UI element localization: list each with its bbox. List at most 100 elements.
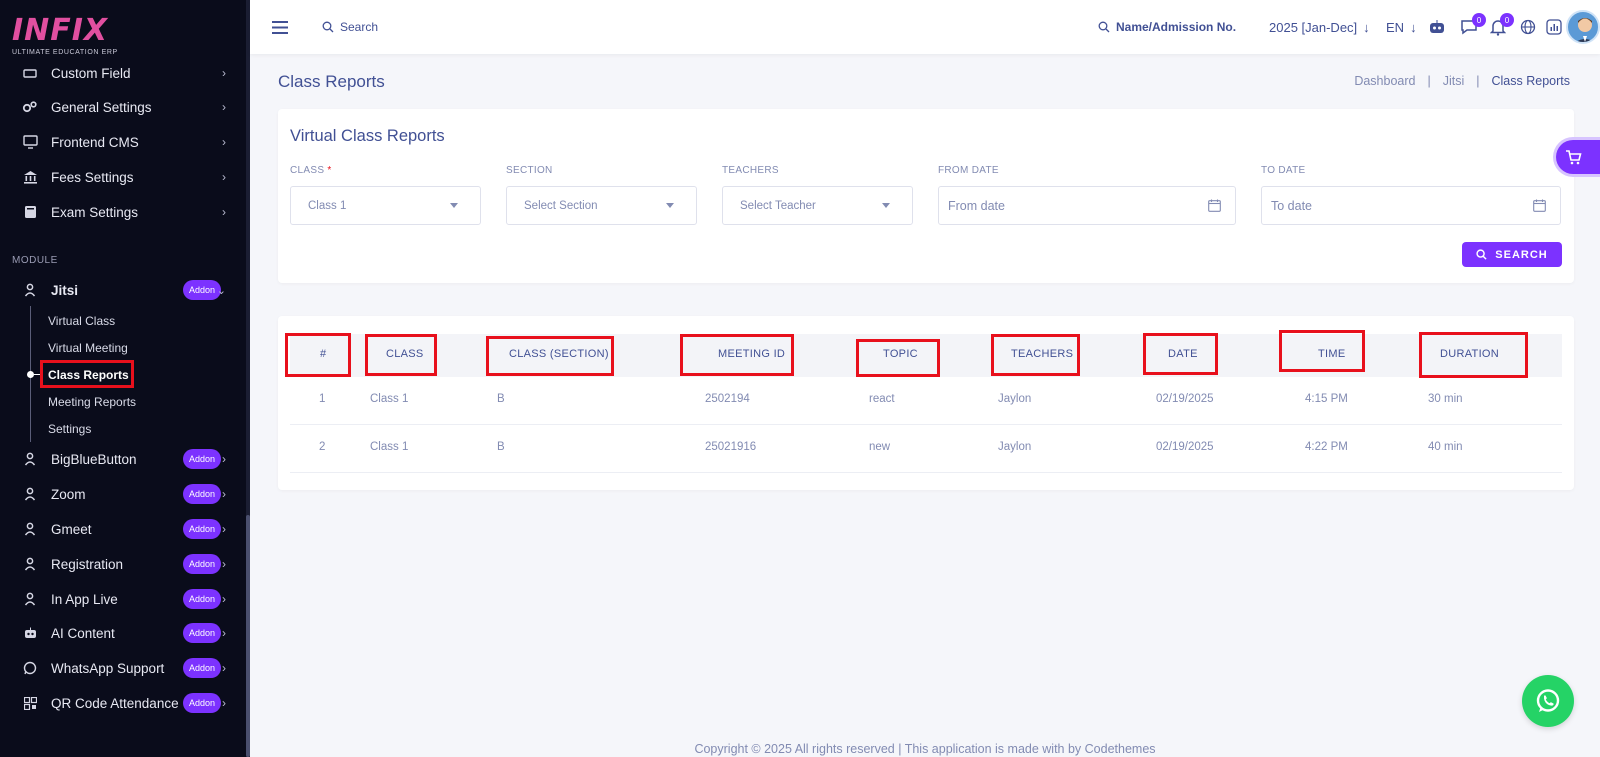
whatsapp-chat-button[interactable] xyxy=(1522,675,1574,727)
sidebar-item-zoom[interactable]: Zoom Addon › xyxy=(0,477,246,511)
calendar-icon xyxy=(1208,199,1221,212)
calendar-icon xyxy=(1533,199,1546,212)
class-select[interactable]: Class 1 xyxy=(290,186,481,225)
sidebar-item-fees-settings[interactable]: Fees Settings › xyxy=(0,160,246,194)
chevron-right-icon: › xyxy=(222,100,226,114)
sidebar-item-label: Exam Settings xyxy=(51,204,139,220)
arrow-down-icon: ↓ xyxy=(1410,19,1417,35)
sidebar-item-label: Custom Field xyxy=(51,65,131,81)
sidebar-item-general-settings[interactable]: General Settings › xyxy=(0,90,246,124)
breadcrumb-dashboard[interactable]: Dashboard xyxy=(1354,74,1415,88)
logo-tagline: ULTIMATE EDUCATION ERP xyxy=(12,49,118,56)
sidebar-subitem-virtual-class[interactable]: Virtual Class xyxy=(48,314,115,328)
robot-icon xyxy=(22,625,38,641)
sidebar-item-ai-content[interactable]: AI Content Addon › xyxy=(0,616,246,650)
search-button-label: SEARCH xyxy=(1495,248,1548,261)
cell-time: 4:22 PM xyxy=(1305,441,1348,453)
avatar-person-icon xyxy=(1576,18,1594,42)
highlight-box xyxy=(856,339,940,377)
sidebar-item-exam-settings[interactable]: Exam Settings › xyxy=(0,195,246,229)
sidebar-item-bigbluebutton[interactable]: BigBlueButton Addon › xyxy=(0,442,246,476)
sidebar-item-qr-code-attendance[interactable]: QR Code Attendance Addon › xyxy=(0,686,246,720)
cell-date: 02/19/2025 xyxy=(1156,441,1214,453)
to-date-label: TO DATE xyxy=(1261,165,1306,176)
top-header: Search Name/Admission No. 2025 [Jan-Dec]… xyxy=(250,0,1600,54)
to-date-input[interactable]: To date xyxy=(1261,186,1561,225)
student-search-label: Name/Admission No. xyxy=(1116,20,1237,34)
chevron-right-icon: › xyxy=(222,557,226,571)
cell-duration: 40 min xyxy=(1428,441,1463,453)
reports-button[interactable] xyxy=(1546,0,1562,54)
highlight-box xyxy=(285,333,351,377)
language-value: EN xyxy=(1386,19,1405,35)
breadcrumb-separator: | xyxy=(1476,74,1480,88)
sidebar-subitem-meeting-reports[interactable]: Meeting Reports xyxy=(48,395,136,409)
user-video-icon xyxy=(22,282,38,298)
sidebar-item-jitsi[interactable]: Jitsi Addon ⌄ xyxy=(0,273,246,307)
notifications-button[interactable]: 0 xyxy=(1490,0,1514,54)
student-search[interactable]: Name/Admission No. xyxy=(1098,0,1236,54)
user-video-icon xyxy=(22,591,38,607)
highlight-box xyxy=(1143,333,1218,375)
caret-down-icon xyxy=(882,203,890,208)
teachers-label: TEACHERS xyxy=(722,165,779,176)
sidebar-item-label: Zoom xyxy=(51,486,86,502)
addon-badge: Addon xyxy=(183,658,221,678)
hamburger-icon xyxy=(272,20,288,34)
cell-topic: new xyxy=(869,441,891,453)
chevron-right-icon: › xyxy=(222,170,226,184)
breadcrumb-jitsi[interactable]: Jitsi xyxy=(1443,74,1465,88)
from-date-input[interactable]: From date xyxy=(938,186,1236,225)
global-search[interactable]: Search xyxy=(322,0,378,54)
sidebar-subitem-virtual-meeting[interactable]: Virtual Meeting xyxy=(48,341,128,355)
gears-icon xyxy=(22,99,38,115)
sidebar-item-label: In App Live xyxy=(51,591,118,607)
cell-meeting-id: 2502194 xyxy=(705,393,750,405)
globe-icon xyxy=(1520,19,1536,35)
cell-meeting-id: 25021916 xyxy=(705,441,757,453)
floating-cart-button[interactable] xyxy=(1556,140,1600,174)
chevron-down-icon: ⌄ xyxy=(216,284,226,297)
ai-assistant-button[interactable] xyxy=(1428,0,1446,54)
sidebar-item-in-app-live[interactable]: In App Live Addon › xyxy=(0,582,246,616)
addon-badge: Addon xyxy=(183,554,221,574)
sidebar-subitem-settings[interactable]: Settings xyxy=(48,422,91,436)
session-selector[interactable]: 2025 [Jan-Dec] ↓ xyxy=(1269,0,1370,54)
sidebar-item-label: QR Code Attendance xyxy=(51,695,179,711)
sidebar-item-label: General Settings xyxy=(51,99,152,115)
search-icon xyxy=(322,21,334,33)
cart-icon xyxy=(1566,150,1582,165)
sidebar-item-gmeet[interactable]: Gmeet Addon › xyxy=(0,512,246,546)
addon-badge: Addon xyxy=(183,623,221,643)
language-selector[interactable]: EN ↓ xyxy=(1386,0,1417,54)
teacher-select[interactable]: Select Teacher xyxy=(722,186,913,225)
sidebar-item-custom-field[interactable]: Custom Field › xyxy=(0,56,246,90)
highlight-box xyxy=(365,334,437,376)
chevron-right-icon: › xyxy=(222,135,226,149)
chevron-right-icon: › xyxy=(222,452,226,466)
search-label: Search xyxy=(340,20,379,34)
sidebar-scrollbar-thumb[interactable] xyxy=(246,515,250,757)
sidebar-item-label: Frontend CMS xyxy=(51,134,139,150)
chevron-right-icon: › xyxy=(222,626,226,640)
section-select[interactable]: Select Section xyxy=(506,186,697,225)
active-marker-dot xyxy=(27,371,34,378)
sidebar-item-registration[interactable]: Registration Addon › xyxy=(0,547,246,581)
caret-down-icon xyxy=(666,203,674,208)
bank-icon xyxy=(22,169,38,185)
brand-logo[interactable]: INFIX ULTIMATE EDUCATION ERP xyxy=(12,14,232,58)
user-avatar[interactable] xyxy=(1566,10,1600,44)
sidebar-item-whatsapp-support[interactable]: WhatsApp Support Addon › xyxy=(0,651,246,685)
whatsapp-icon xyxy=(22,660,38,676)
sidebar-item-frontend-cms[interactable]: Frontend CMS › xyxy=(0,125,246,159)
section-label: SECTION xyxy=(506,165,553,176)
messages-count-badge: 0 xyxy=(1472,13,1486,27)
cell-topic: react xyxy=(869,393,895,405)
addon-badge: Addon xyxy=(183,589,221,609)
from-date-label: FROM DATE xyxy=(938,165,999,176)
search-button[interactable]: SEARCH xyxy=(1462,242,1562,267)
website-button[interactable] xyxy=(1520,0,1536,54)
messages-button[interactable]: 0 xyxy=(1460,0,1486,54)
menu-toggle-button[interactable] xyxy=(272,0,288,54)
addon-badge: Addon xyxy=(183,449,221,469)
